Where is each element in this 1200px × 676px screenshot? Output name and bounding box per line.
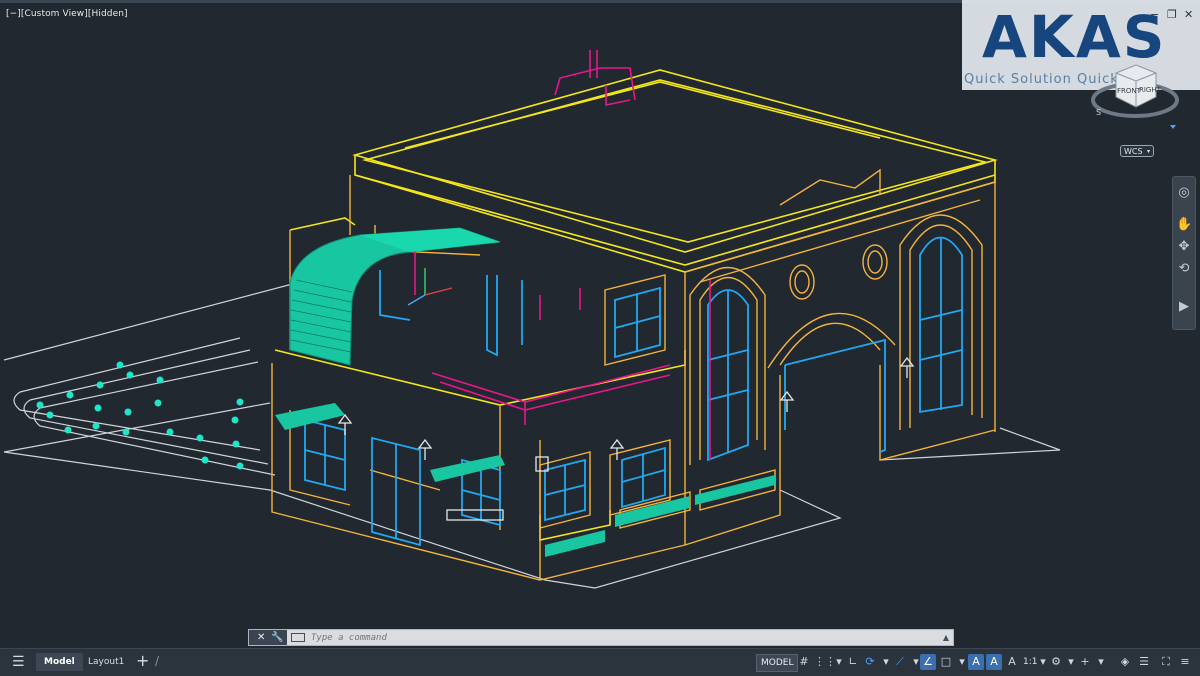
close-button[interactable]: ✕ [1184, 8, 1193, 21]
minimize-button[interactable]: − [1150, 8, 1159, 21]
fullscreen-icon[interactable]: ⛶ [1158, 654, 1174, 670]
roof [274, 69, 998, 541]
wcs-label: WCS [1124, 147, 1143, 156]
annotation-visibility-icon[interactable]: A [968, 654, 984, 670]
viewport-controls-label[interactable]: [−][Custom View][Hidden] [6, 9, 128, 19]
model-space-button[interactable]: MODEL [756, 654, 799, 672]
status-menu-icon[interactable]: ≡ [1177, 654, 1193, 670]
plus-icon[interactable]: + [1077, 654, 1093, 670]
chevron-down-icon[interactable]: ▾ [1093, 654, 1109, 670]
wcs-menu[interactable]: WCS ▾ [1120, 145, 1154, 157]
grid-icon[interactable]: # [796, 654, 812, 670]
showmotion-icon[interactable]: ▶ [1176, 299, 1192, 315]
tab-model[interactable]: Model [36, 653, 83, 671]
auto-scale-icon[interactable]: A [986, 654, 1002, 670]
chevron-down-icon: ▾ [1146, 148, 1150, 155]
polar-tracking-icon[interactable]: ⟳ [862, 654, 878, 670]
command-line-controls: ✕ 🔧 [249, 630, 287, 645]
tab-layout1[interactable]: Layout1 [80, 653, 132, 671]
pan-hand-icon[interactable]: ✋ [1176, 217, 1192, 233]
status-bar: ☰ Model Layout1 + / MODEL # ⋮⋮ ▾ ∟ ⟳ ▾ ⟋… [0, 648, 1200, 676]
isodraft-icon[interactable]: ⟋ [892, 654, 908, 670]
command-prompt-icon[interactable] [291, 633, 305, 642]
isolate-objects-icon[interactable]: ◈ [1117, 654, 1133, 670]
wall-lamps [337, 356, 915, 521]
balcony-railing [414, 240, 711, 460]
gear-icon[interactable]: ⚙ [1048, 654, 1064, 670]
orbit-icon[interactable]: ⟲ [1176, 261, 1192, 277]
command-line: ✕ 🔧 ▲ [248, 629, 954, 646]
steering-wheel-icon[interactable]: ◎ [1176, 185, 1192, 201]
command-input[interactable] [311, 630, 931, 645]
zoom-icon[interactable]: ✥ [1176, 239, 1192, 255]
windows [304, 236, 963, 547]
viewcube-front-label[interactable]: FRONT [1117, 87, 1142, 95]
customize-icon[interactable]: ☰ [1136, 654, 1152, 670]
menu-icon[interactable]: ☰ [12, 654, 25, 670]
viewcube[interactable]: FRONT RIGHT S [1090, 55, 1180, 130]
wrench-icon[interactable]: 🔧 [271, 630, 283, 645]
restore-button[interactable]: ❐ [1167, 8, 1177, 21]
snap-icon[interactable]: ⋮⋮ [814, 654, 836, 670]
drawing-canvas[interactable] [0, 20, 1200, 620]
object-snap-tracking-icon[interactable]: ∠ [920, 654, 936, 670]
object-snap-icon[interactable]: □ [938, 654, 954, 670]
ortho-icon[interactable]: ∟ [845, 654, 861, 670]
tab-divider: / [155, 654, 160, 668]
annotation-scale-icon[interactable]: A [1004, 654, 1020, 670]
viewcube-right-label[interactable]: RIGHT [1139, 86, 1162, 94]
add-layout-button[interactable]: + [136, 651, 149, 670]
navigation-bar: ◎ ✋ ✥ ⟲ ▶ [1172, 176, 1196, 330]
compass-south-label[interactable]: S [1096, 108, 1101, 117]
close-icon[interactable]: ✕ [257, 630, 265, 645]
roof-railing [554, 50, 636, 106]
command-history-icon[interactable]: ▲ [943, 630, 949, 645]
ground-lines [3, 274, 1061, 589]
